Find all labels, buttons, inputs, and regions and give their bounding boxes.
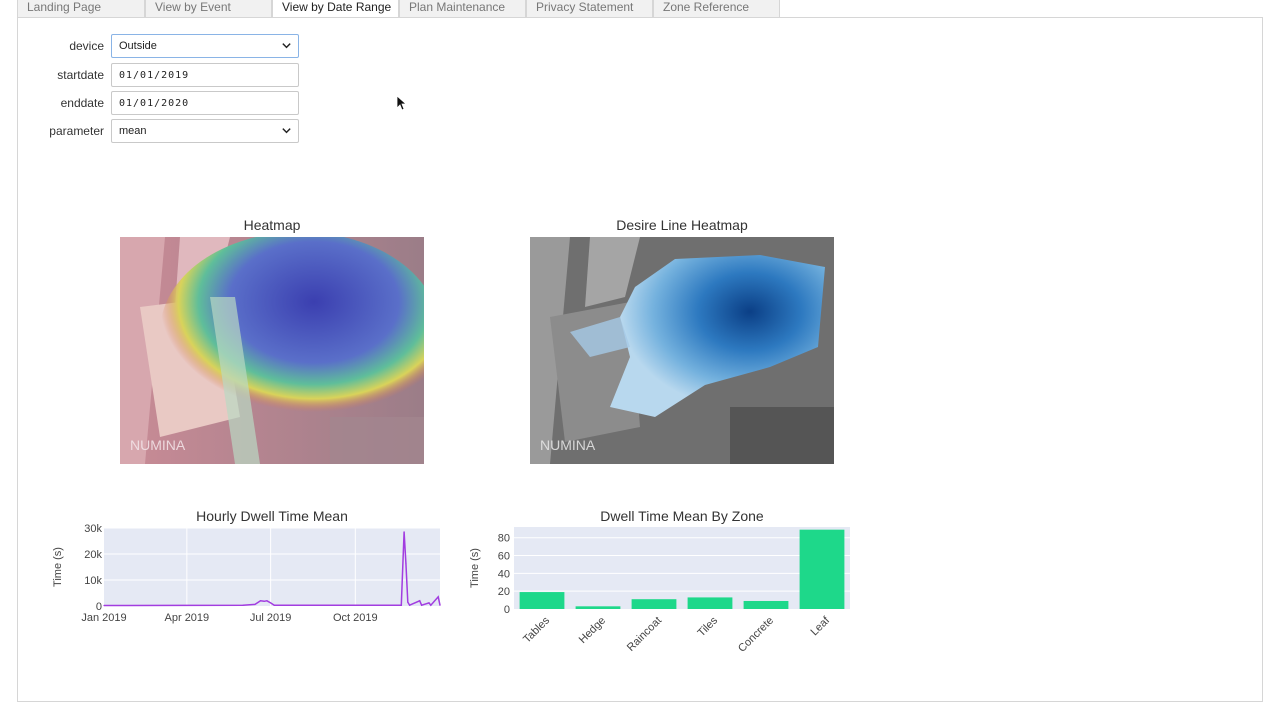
desire-heatmap-watermark: NUMINA — [540, 437, 596, 453]
device-select[interactable]: Outside — [111, 34, 299, 58]
y-tick-label: 40 — [498, 568, 510, 580]
x-tick-label: Tiles — [695, 614, 720, 639]
x-tick-label: Concrete — [736, 615, 776, 655]
data-point — [270, 602, 272, 604]
tab-privacy-statement[interactable]: Privacy Statement — [526, 0, 653, 18]
bar-concrete — [743, 600, 789, 609]
heatmap-image: NUMINA — [120, 237, 424, 464]
parameter-value: mean — [119, 125, 147, 137]
heatmap-title: Heatmap — [243, 217, 301, 233]
x-tick-label: Jul 2019 — [250, 612, 292, 624]
data-point — [266, 600, 268, 602]
chevron-down-icon — [282, 128, 291, 134]
y-tick-label: 80 — [498, 533, 510, 545]
x-tick-label: Leaf — [808, 614, 832, 638]
x-tick-label: Raincoat — [625, 615, 664, 654]
data-point — [430, 604, 432, 606]
bar-tiles — [687, 597, 733, 609]
plot-area — [104, 528, 440, 606]
data-point — [439, 604, 441, 606]
data-point — [428, 602, 430, 604]
data-point — [437, 596, 439, 598]
tab-view-by-date-range[interactable]: View by Date Range — [272, 0, 399, 18]
tab-landing-page[interactable]: Landing Page — [17, 0, 145, 18]
mouse-cursor-icon — [396, 95, 406, 111]
data-point — [420, 604, 423, 606]
zone-dwell-chart: 0 20 40 60 80 Time (s) Tables Hedge Raincoat Tile… — [469, 527, 850, 655]
tab-plan-maintenance[interactable]: Plan Maintenance — [399, 0, 526, 18]
startdate-label: startdate — [57, 68, 104, 82]
hourly-dwell-chart: 010k20k30kJan 2019 Apr 2019 Jul 2019 Oct 20… — [52, 523, 441, 624]
y-axis-title: Time (s) — [52, 547, 64, 587]
data-point — [407, 601, 409, 603]
tab-view-by-event[interactable]: View by Event — [145, 0, 272, 18]
data-point — [263, 600, 265, 602]
data-point — [405, 562, 407, 564]
plot-area — [514, 527, 850, 609]
x-tick-label: Apr 2019 — [165, 612, 210, 624]
data-point — [103, 604, 105, 607]
bar-leaf — [799, 529, 845, 609]
parameter-select[interactable]: mean — [111, 119, 299, 143]
data-point — [242, 604, 244, 606]
y-tick-label: 30k — [84, 523, 102, 535]
y-axis-title: Time (s) — [469, 548, 481, 588]
parameter-row: parameter mean — [24, 118, 299, 144]
startdate-row: startdate 01/01/2019 — [24, 62, 299, 88]
parameter-label: parameter — [49, 124, 104, 138]
data-point — [273, 604, 275, 606]
tab-zone-reference[interactable]: Zone Reference — [653, 0, 780, 18]
desire-heatmap-title: Desire Line Heatmap — [616, 217, 748, 233]
data-point — [419, 600, 421, 602]
tab-bar: Landing Page View by Event View by Date … — [17, 0, 780, 18]
data-point — [254, 603, 256, 606]
x-tick-label: Tables — [521, 614, 552, 645]
y-tick-label: 60 — [498, 551, 510, 563]
data-point — [259, 600, 262, 602]
heatmap-watermark: NUMINA — [130, 437, 186, 453]
y-tick-label: 10k — [84, 575, 102, 587]
device-value: Outside — [119, 40, 157, 52]
bar-tables — [519, 592, 565, 609]
desire-heatmap-image: NUMINA — [530, 237, 834, 464]
startdate-input[interactable]: 01/01/2019 — [111, 63, 299, 87]
enddate-label: enddate — [60, 96, 104, 110]
y-tick-label: 20k — [84, 549, 102, 561]
data-point — [409, 604, 411, 606]
x-tick-label: Hedge — [577, 615, 608, 646]
chevron-down-icon — [282, 43, 291, 49]
bar-hedge — [575, 606, 621, 609]
data-point — [400, 604, 402, 606]
y-tick-label: 20 — [498, 586, 510, 598]
bar-raincoat — [631, 599, 677, 609]
enddate-input[interactable]: 01/01/2020 — [111, 91, 299, 115]
device-row: device Outside — [24, 33, 299, 59]
y-tick-label: 0 — [504, 604, 510, 616]
data-point — [403, 531, 405, 533]
x-tick-label: Oct 2019 — [333, 612, 378, 624]
enddate-row: enddate 01/01/2020 — [24, 90, 299, 116]
x-tick-label: Jan 2019 — [81, 612, 126, 624]
device-label: device — [69, 39, 104, 53]
